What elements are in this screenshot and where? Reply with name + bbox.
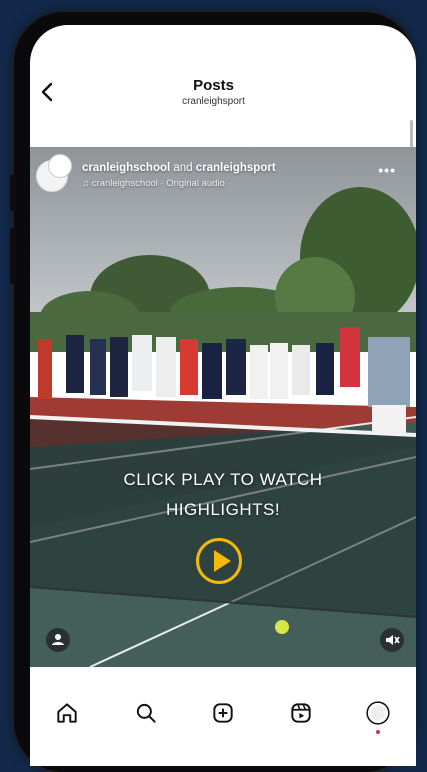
notification-dot [376,730,380,734]
video-frame [30,147,416,667]
post-authors[interactable]: cranleighschool and cranleighsport [82,162,276,174]
search-icon[interactable] [133,700,159,726]
audio-attribution[interactable]: ♫ cranleighschool · Original audio [82,178,225,189]
more-options-icon[interactable]: ••• [378,162,396,178]
speaker-muted-icon [386,635,400,645]
play-icon [214,550,231,572]
mute-button[interactable] [380,628,404,652]
reels-icon[interactable] [288,700,314,726]
scroll-indicator[interactable] [410,120,413,148]
phone-side-button [10,228,16,284]
page-subtitle: cranleighsport [182,96,245,107]
person-tag-icon [52,634,64,645]
cta-line-1: CLICK PLAY TO WATCH [123,470,323,489]
coauthor-avatar[interactable] [48,154,72,178]
bottom-tab-bar [30,690,416,766]
video-player[interactable] [30,147,416,667]
post-header: cranleighschool and cranleighsport ♫ cra… [36,154,416,194]
page-title: Posts [193,77,234,94]
home-icon[interactable] [54,700,80,726]
music-note-icon: ♫ [82,178,90,189]
play-button[interactable] [196,538,242,584]
phone-side-button [10,175,16,211]
profile-avatar-icon[interactable] [365,700,391,726]
plus-square-icon[interactable] [210,700,236,726]
cta-line-2: HIGHLIGHTS! [165,500,281,519]
tagged-people-button[interactable] [46,628,70,652]
